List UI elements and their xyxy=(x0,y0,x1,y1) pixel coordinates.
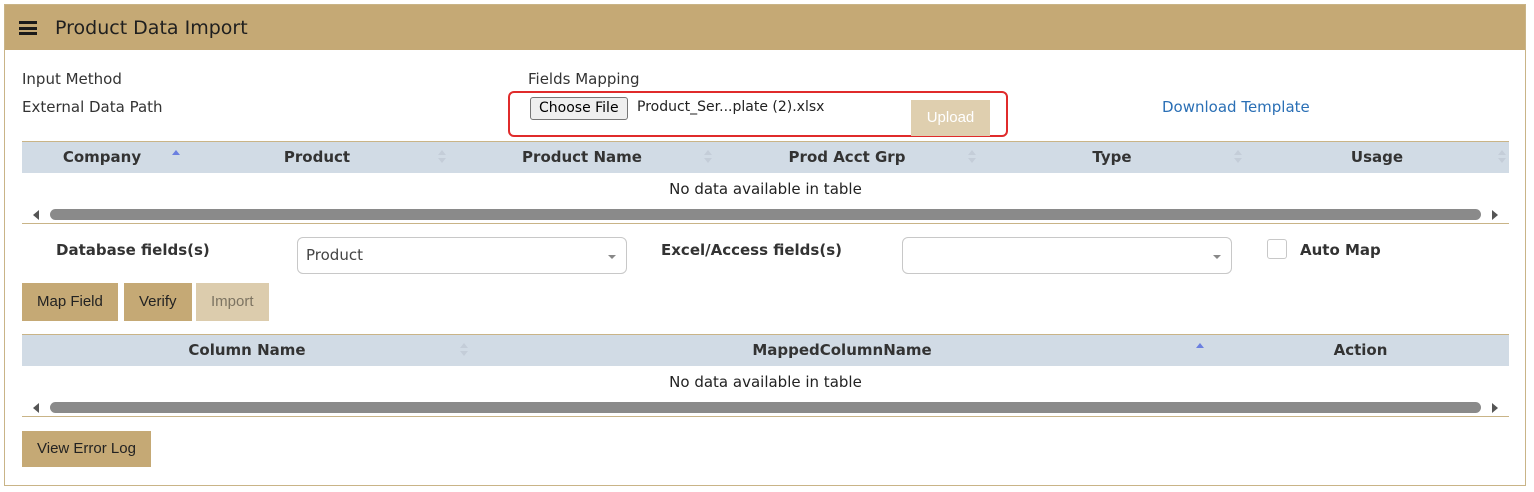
sort-icon[interactable] xyxy=(460,343,468,357)
selected-file-name: Product_Ser...plate (2).xlsx xyxy=(637,99,825,115)
sort-icon[interactable] xyxy=(1234,150,1242,164)
col-product-name[interactable]: Product Name xyxy=(452,142,712,173)
fields-mapping-label: Fields Mapping xyxy=(528,70,640,88)
import-button[interactable]: Import xyxy=(196,283,269,321)
map-field-button[interactable]: Map Field xyxy=(22,283,118,321)
col-mapped-column-name[interactable]: MappedColumnName xyxy=(477,335,1207,366)
products-table-header: Company Product Product Name Prod Acct G… xyxy=(22,142,1509,173)
products-table: Company Product Product Name Prod Acct G… xyxy=(22,141,1509,224)
horizontal-scrollbar[interactable] xyxy=(22,207,1509,223)
database-field-value: Product xyxy=(306,246,363,264)
col-action[interactable]: Action xyxy=(1212,335,1509,366)
empty-table-message: No data available in table xyxy=(669,180,862,198)
upload-button[interactable]: Upload xyxy=(911,100,990,136)
col-prod-acct-grp[interactable]: Prod Acct Grp xyxy=(717,142,977,173)
mapped-table-header: Column Name MappedColumnName Action xyxy=(22,335,1509,366)
mapped-columns-table: Column Name MappedColumnName Action No d… xyxy=(22,334,1509,417)
hamburger-menu-icon[interactable] xyxy=(19,21,37,35)
chevron-down-icon xyxy=(1213,255,1221,259)
empty-table-message: No data available in table xyxy=(669,373,862,391)
scrollbar-thumb[interactable] xyxy=(50,402,1481,413)
chevron-down-icon xyxy=(608,255,616,259)
page-title: Product Data Import xyxy=(55,17,248,39)
page-header: Product Data Import xyxy=(5,5,1525,50)
verify-button[interactable]: Verify xyxy=(124,283,192,321)
view-error-log-button[interactable]: View Error Log xyxy=(22,431,151,467)
sort-asc-icon[interactable] xyxy=(1196,343,1204,357)
choose-file-button[interactable]: Choose File xyxy=(530,97,628,120)
scrollbar-thumb[interactable] xyxy=(50,209,1481,220)
sort-icon[interactable] xyxy=(1498,150,1506,164)
col-company[interactable]: Company xyxy=(22,142,182,173)
database-fields-label: Database fields(s) xyxy=(56,241,210,259)
file-upload-group: Choose File Product_Ser...plate (2).xlsx… xyxy=(508,91,1008,137)
sort-icon[interactable] xyxy=(704,150,712,164)
sort-asc-icon[interactable] xyxy=(172,150,180,164)
database-fields-select[interactable]: Product xyxy=(297,237,627,274)
col-product[interactable]: Product xyxy=(187,142,447,173)
sort-icon[interactable] xyxy=(968,150,976,164)
horizontal-scrollbar[interactable] xyxy=(22,400,1509,416)
scroll-left-icon[interactable] xyxy=(33,210,39,220)
scroll-right-icon[interactable] xyxy=(1492,403,1498,413)
excel-fields-label: Excel/Access fields(s) xyxy=(661,241,842,259)
external-data-path-label: External Data Path xyxy=(22,98,163,116)
import-panel: Product Data Import Input Method Externa… xyxy=(4,4,1526,486)
col-column-name[interactable]: Column Name xyxy=(22,335,472,366)
scroll-left-icon[interactable] xyxy=(33,403,39,413)
excel-fields-select[interactable] xyxy=(902,237,1232,274)
scroll-right-icon[interactable] xyxy=(1492,210,1498,220)
auto-map-checkbox[interactable] xyxy=(1267,239,1287,259)
download-template-link[interactable]: Download Template xyxy=(1162,98,1310,116)
col-type[interactable]: Type xyxy=(982,142,1242,173)
col-usage[interactable]: Usage xyxy=(1247,142,1507,173)
sort-icon[interactable] xyxy=(438,150,446,164)
auto-map-label: Auto Map xyxy=(1300,241,1381,259)
input-method-label: Input Method xyxy=(22,70,122,88)
